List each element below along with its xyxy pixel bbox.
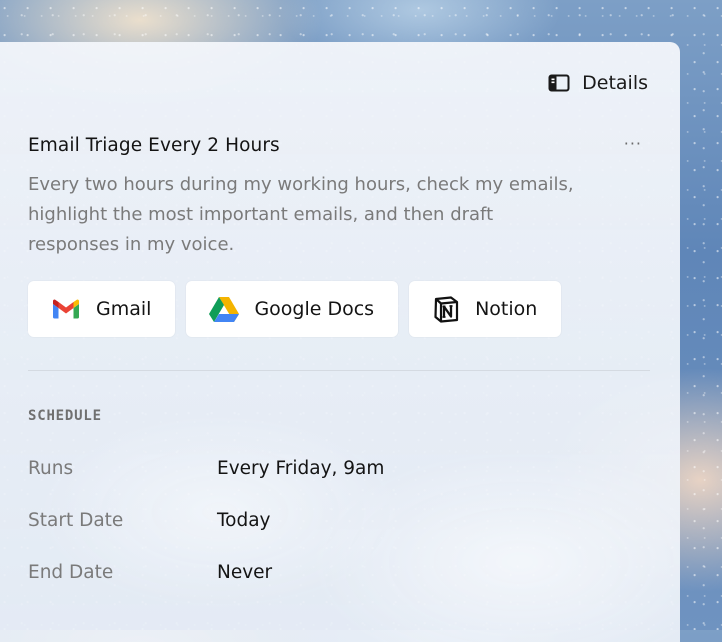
integration-gmail[interactable]: Gmail	[28, 281, 176, 337]
integration-notion[interactable]: Notion	[409, 281, 562, 337]
schedule-key: Runs	[28, 458, 74, 479]
details-button[interactable]: Details	[548, 72, 648, 94]
schedule-key: Start Date	[28, 510, 124, 531]
task-details-card: Details Email Triage Every 2 Hours ··· E…	[0, 42, 680, 642]
sidebar-panel-icon	[548, 74, 570, 92]
google-drive-icon	[209, 296, 240, 322]
section-divider	[28, 370, 650, 371]
schedule-heading: SCHEDULE	[28, 408, 102, 424]
schedule-value: Never	[217, 562, 273, 583]
integration-list: Gmail Google Docs Notion	[28, 281, 562, 337]
notion-icon	[432, 295, 460, 323]
schedule-value: Every Friday, 9am	[217, 458, 385, 479]
task-description: Every two hours during my working hours,…	[28, 174, 574, 255]
schedule-key: End Date	[28, 562, 114, 583]
task-title: Email Triage Every 2 Hours	[28, 135, 280, 156]
gmail-icon	[51, 298, 81, 320]
more-options-icon[interactable]: ···	[624, 134, 642, 153]
integration-label: Notion	[475, 298, 538, 320]
integration-label: Gmail	[96, 298, 152, 320]
integration-label: Google Docs	[254, 298, 375, 320]
details-label: Details	[582, 72, 648, 94]
schedule-value: Today	[217, 510, 271, 531]
integration-google-docs[interactable]: Google Docs	[186, 281, 399, 337]
